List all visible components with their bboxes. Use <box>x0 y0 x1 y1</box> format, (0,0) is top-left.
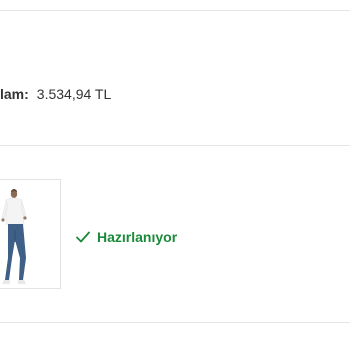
order-detail-page: lam: 3.534,94 TL Hazırlanıyor <box>0 0 350 350</box>
order-total-row: lam: 3.534,94 TL <box>0 84 111 104</box>
shipment-status: Hazırlanıyor <box>75 227 177 247</box>
product-model-illustration <box>1 189 27 284</box>
order-total-value: 3.534,94 TL <box>36 86 112 102</box>
divider <box>0 145 350 146</box>
shipment-status-label: Hazırlanıyor <box>97 229 178 245</box>
divider <box>0 10 350 11</box>
product-image[interactable] <box>0 179 61 289</box>
check-icon <box>75 229 91 245</box>
divider <box>0 322 350 323</box>
order-total-label: lam: <box>0 86 29 102</box>
